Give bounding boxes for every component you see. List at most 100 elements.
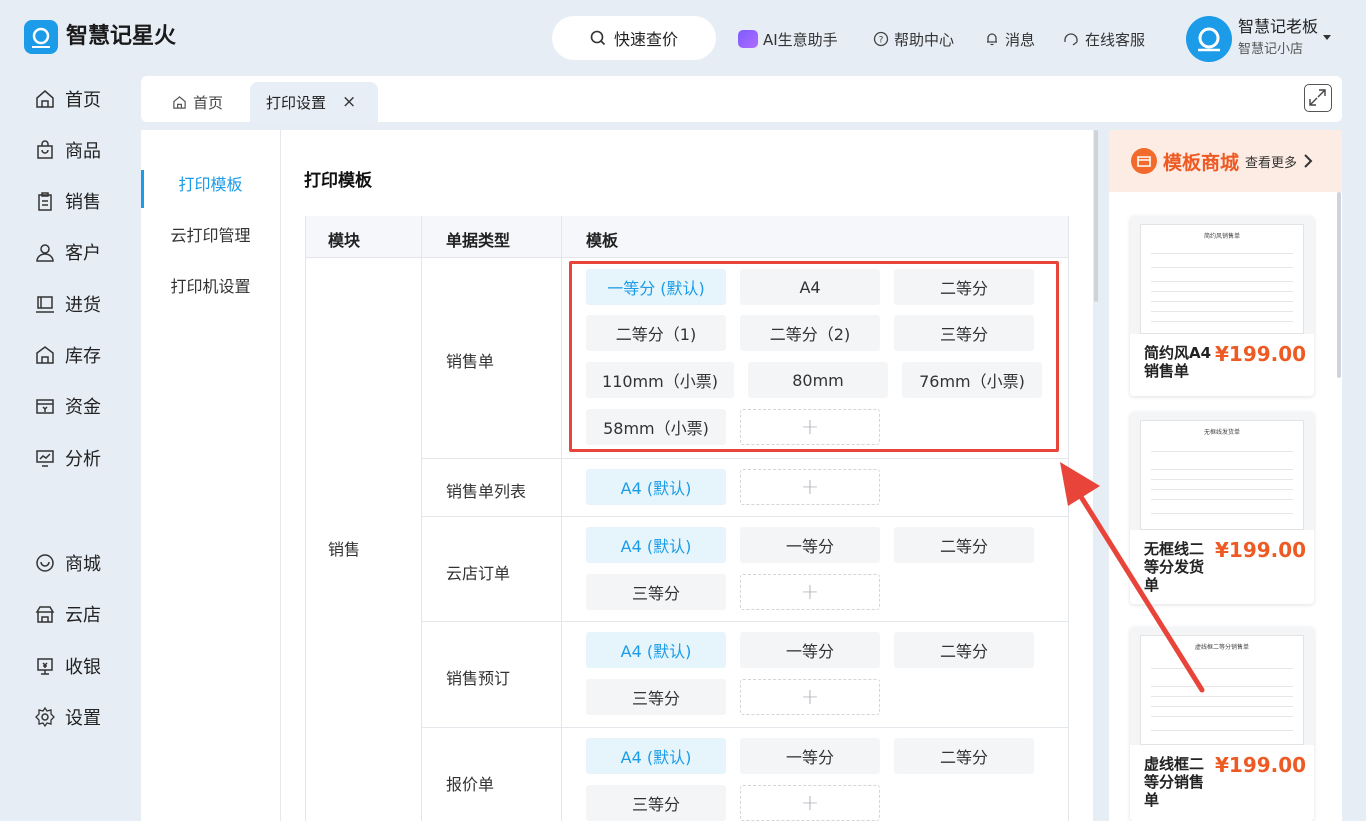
- home-icon: [36, 90, 54, 108]
- template-chip[interactable]: 二等分: [894, 527, 1034, 563]
- sidebar-item-sales[interactable]: 销售: [34, 187, 101, 215]
- sidebar-item-products[interactable]: 商品: [34, 136, 101, 164]
- sidebar-item-cashier[interactable]: 收银: [34, 652, 101, 680]
- template-preview: 无框线发货单: [1130, 412, 1314, 530]
- sidebar-item-cloud-store[interactable]: 云店: [34, 600, 101, 628]
- sidebar-item-label: 进货: [65, 295, 101, 316]
- sidebar-item-label: 资金: [65, 397, 101, 418]
- divider: [421, 727, 1068, 728]
- template-store-header[interactable]: 模板商城 查看更多: [1109, 130, 1342, 192]
- template-card[interactable]: 虚线框二等分销售单 虚线框二等分销售单 ¥199.00: [1130, 627, 1314, 821]
- doc-type-sales-list: 销售单列表: [446, 482, 527, 501]
- template-chip[interactable]: A4 (默认): [586, 632, 726, 668]
- add-template-button[interactable]: +: [740, 785, 880, 821]
- template-preview: 虚线框二等分销售单: [1130, 627, 1314, 745]
- sidebar-item-customers[interactable]: 客户: [34, 238, 101, 266]
- ai-assistant-link[interactable]: AI生意助手: [738, 27, 838, 51]
- tab-home[interactable]: 首页: [160, 82, 250, 122]
- purchase-icon: [36, 296, 54, 313]
- template-chip[interactable]: A4 (默认): [586, 469, 726, 505]
- messages-link[interactable]: 消息: [984, 27, 1035, 51]
- template-name: 无框线二等分发货单: [1144, 540, 1205, 594]
- template-price: ¥199.00: [1215, 753, 1307, 777]
- preview-title: 无框线发货单: [1203, 429, 1240, 436]
- home-icon: [173, 95, 186, 109]
- bag-icon: [37, 140, 53, 159]
- template-card[interactable]: 简约风销售单 简约风A4销售单 ¥199.00: [1130, 216, 1314, 396]
- help-center-link[interactable]: ? 帮助中心: [873, 27, 954, 51]
- bell-icon: [984, 31, 1000, 47]
- clipboard-icon: [38, 192, 52, 211]
- template-card[interactable]: 无框线发货单 无框线二等分发货单 ¥199.00: [1130, 412, 1314, 604]
- sidebar-item-home[interactable]: 首页: [34, 85, 101, 113]
- add-template-button[interactable]: +: [740, 679, 880, 715]
- subnav-printer-settings[interactable]: 打印机设置: [141, 273, 280, 297]
- template-chip[interactable]: 二等分: [894, 738, 1034, 774]
- sidebar-item-analysis[interactable]: 分析: [34, 444, 101, 472]
- svg-text:?: ?: [879, 36, 884, 46]
- doc-type-cloud-order: 云店订单: [446, 564, 511, 583]
- subnav-print-templates[interactable]: 打印模板: [141, 171, 280, 195]
- online-service-label: 在线客服: [1085, 30, 1146, 49]
- app-name: 智慧记星火: [66, 24, 177, 49]
- sidebar-item-label: 客户: [65, 243, 101, 264]
- view-more-link[interactable]: 查看更多: [1245, 152, 1297, 171]
- template-chip[interactable]: A4 (默认): [586, 527, 726, 563]
- template-price: ¥199.00: [1215, 342, 1307, 366]
- template-chip[interactable]: A4 (默认): [586, 738, 726, 774]
- headset-icon: [1062, 31, 1080, 47]
- mall-icon: [36, 554, 54, 572]
- avatar[interactable]: [1186, 16, 1232, 62]
- sidebar-item-label: 销售: [65, 192, 101, 213]
- template-chip[interactable]: 一等分: [740, 632, 880, 668]
- highlight-box: [569, 261, 1059, 452]
- search-icon: [590, 30, 606, 46]
- sidebar-item-mall[interactable]: 商城: [34, 549, 101, 577]
- wallet-icon: [36, 399, 54, 414]
- preview-title: 简约风销售单: [1203, 233, 1240, 240]
- module-cell: 销售: [328, 540, 361, 559]
- user-name[interactable]: 智慧记老板: [1238, 16, 1318, 38]
- template-chip[interactable]: 二等分: [894, 632, 1034, 668]
- preview-title: 虚线框二等分销售单: [1194, 644, 1249, 651]
- add-template-button[interactable]: +: [740, 574, 880, 610]
- store-scrollbar[interactable]: [1337, 192, 1341, 378]
- sidebar-item-label: 分析: [65, 449, 101, 470]
- add-template-button[interactable]: +: [740, 469, 880, 505]
- sidebar-item-label: 设置: [65, 708, 101, 729]
- tab-home-label: 首页: [193, 93, 224, 112]
- user-icon: [36, 244, 54, 262]
- app-logo-icon: [24, 20, 58, 54]
- divider: [421, 216, 422, 821]
- template-store-title: 模板商城: [1163, 151, 1240, 174]
- sidebar-item-label: 首页: [65, 90, 101, 111]
- online-service-link[interactable]: 在线客服: [1062, 27, 1145, 51]
- help-center-label: 帮助中心: [894, 30, 955, 49]
- column-header-module: 模块: [328, 231, 361, 250]
- sidebar-item-settings[interactable]: 设置: [34, 703, 101, 731]
- quick-price-search-button[interactable]: 快速查价: [552, 16, 716, 60]
- column-header-template: 模板: [586, 231, 619, 250]
- help-icon: ?: [873, 31, 889, 47]
- template-chip[interactable]: 一等分: [740, 738, 880, 774]
- sidebar-item-purchases[interactable]: 进货: [34, 290, 101, 318]
- sidebar-item-funds[interactable]: 资金: [34, 392, 101, 420]
- close-icon[interactable]: ×: [342, 92, 356, 112]
- ai-assistant-label: AI生意助手: [763, 30, 838, 49]
- template-chip[interactable]: 一等分: [740, 527, 880, 563]
- subnav-cloud-print[interactable]: 云打印管理: [141, 222, 280, 246]
- gear-icon: [35, 706, 55, 728]
- fullscreen-button[interactable]: [1304, 84, 1332, 112]
- ai-assistant-icon: [738, 30, 758, 48]
- divider: [561, 216, 562, 821]
- tab-print-settings[interactable]: 打印设置 ×: [250, 82, 378, 122]
- template-chip[interactable]: 三等分: [586, 574, 726, 610]
- doc-type-quotation: 报价单: [446, 775, 495, 794]
- template-name: 简约风A4销售单: [1144, 344, 1212, 380]
- template-chip[interactable]: 三等分: [586, 679, 726, 715]
- store-icon: [1131, 148, 1157, 174]
- template-chip[interactable]: 三等分: [586, 785, 726, 821]
- main-scrollbar[interactable]: [1094, 130, 1098, 302]
- sidebar-item-inventory[interactable]: 库存: [34, 341, 101, 369]
- chevron-down-icon[interactable]: [1322, 34, 1332, 42]
